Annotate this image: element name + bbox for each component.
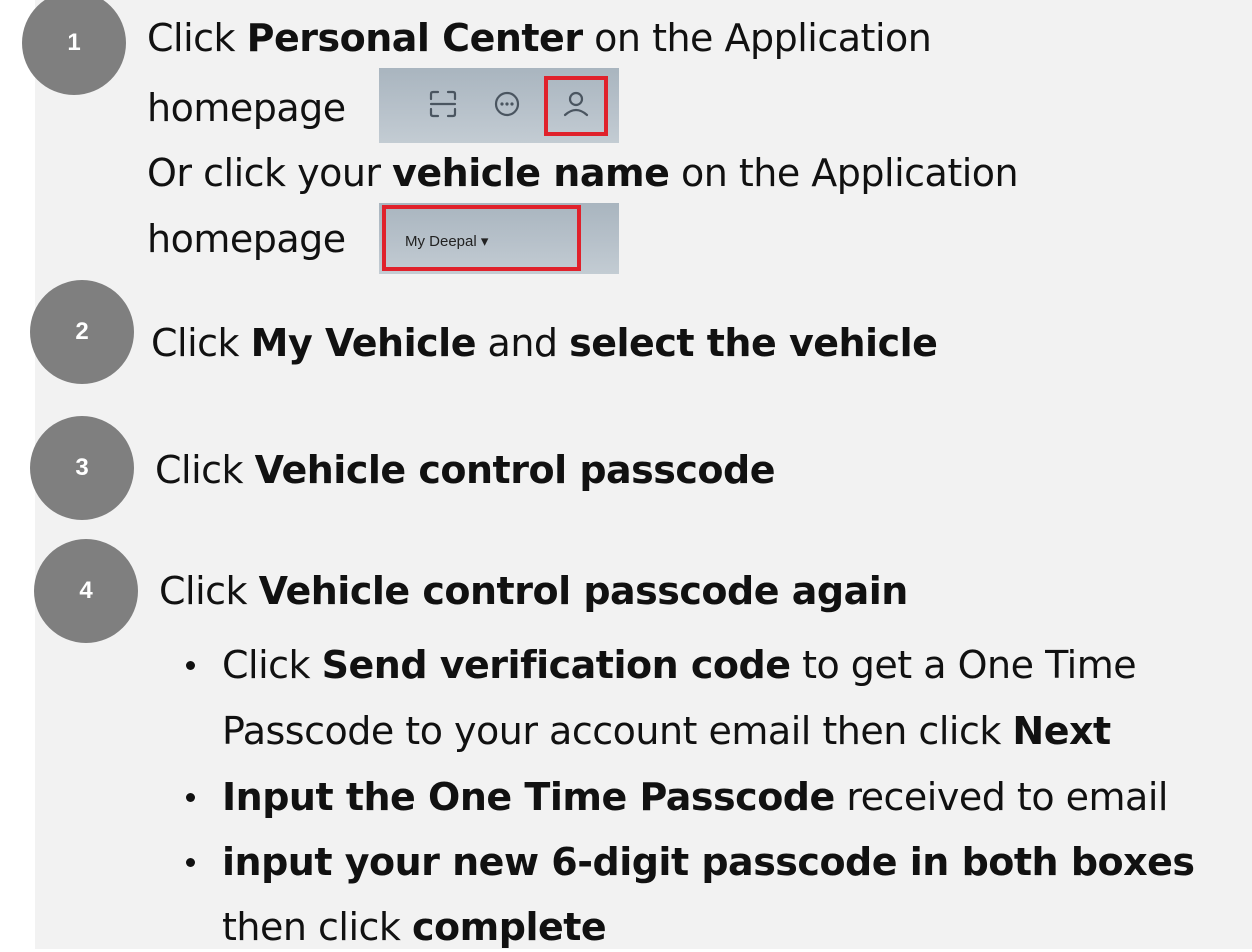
bullet-dot-3 <box>186 858 195 867</box>
step-3-badge: 3 <box>30 416 134 520</box>
message-icon <box>494 91 520 117</box>
person-icon <box>563 91 589 117</box>
bullet-3-line-1: input your new 6-digit passcode in both … <box>222 837 1195 887</box>
step-4-badge: 4 <box>34 539 138 643</box>
text-run: to get a One Time <box>790 643 1137 687</box>
text-run: on the Application <box>582 16 932 60</box>
step-4-line-1: Click Vehicle control passcode again <box>159 566 908 616</box>
text-run: Passcode to your account email then clic… <box>222 709 1013 753</box>
vehicle-name-chip: My Deepal ▾ <box>405 233 489 250</box>
step-1-line-2: homepage <box>147 83 346 133</box>
step-2-line-1: Click My Vehicle and select the vehicle <box>151 318 938 368</box>
bullet-dot-2 <box>186 793 195 802</box>
bold-text-run: Personal Center <box>246 16 583 60</box>
text-run: Click <box>159 569 259 613</box>
step-2-badge: 2 <box>30 280 134 384</box>
bold-text-run: complete <box>412 905 607 949</box>
text-run: Click <box>147 16 247 60</box>
text-run: Click <box>151 321 251 365</box>
text-run: homepage <box>147 217 346 261</box>
bold-text-run: Send verification code <box>321 643 791 687</box>
step-1-line-3: Or click your vehicle name on the Applic… <box>147 148 1019 198</box>
text-run: Or click your <box>147 151 393 195</box>
text-run: on the Application <box>669 151 1019 195</box>
step-3-line-1: Click Vehicle control passcode <box>155 445 776 495</box>
bold-text-run: vehicle name <box>392 151 670 195</box>
text-run: received to email <box>834 775 1168 819</box>
bold-text-run: select the vehicle <box>569 321 938 365</box>
bold-text-run: My Vehicle <box>250 321 477 365</box>
text-run: then click <box>222 905 413 949</box>
vehicle-name-screenshot-snippet: My Deepal ▾ <box>379 203 619 274</box>
toolbar-screenshot-snippet <box>379 68 619 143</box>
bold-text-run: Vehicle control passcode again <box>258 569 909 613</box>
text-run: homepage <box>147 86 346 130</box>
bullet-dot-1 <box>186 661 195 670</box>
scan-icon <box>429 90 457 118</box>
text-run: Click <box>155 448 255 492</box>
text-run: and <box>475 321 570 365</box>
step-1-line-1: Click Personal Center on the Application <box>147 13 932 63</box>
bullet-2-line-1: Input the One Time Passcode received to … <box>222 772 1168 822</box>
bold-text-run: input your new 6-digit passcode in both … <box>222 840 1195 884</box>
text-run: Click <box>222 643 322 687</box>
bullet-1-line-2: Passcode to your account email then clic… <box>222 706 1111 756</box>
bullet-1-line-1: Click Send verification code to get a On… <box>222 640 1137 690</box>
bold-text-run: Next <box>1012 709 1111 753</box>
bold-text-run: Input the One Time Passcode <box>222 775 835 819</box>
bold-text-run: Vehicle control passcode <box>254 448 776 492</box>
bullet-3-line-2: then click complete <box>222 902 607 952</box>
step-1-line-4: homepage <box>147 214 346 264</box>
